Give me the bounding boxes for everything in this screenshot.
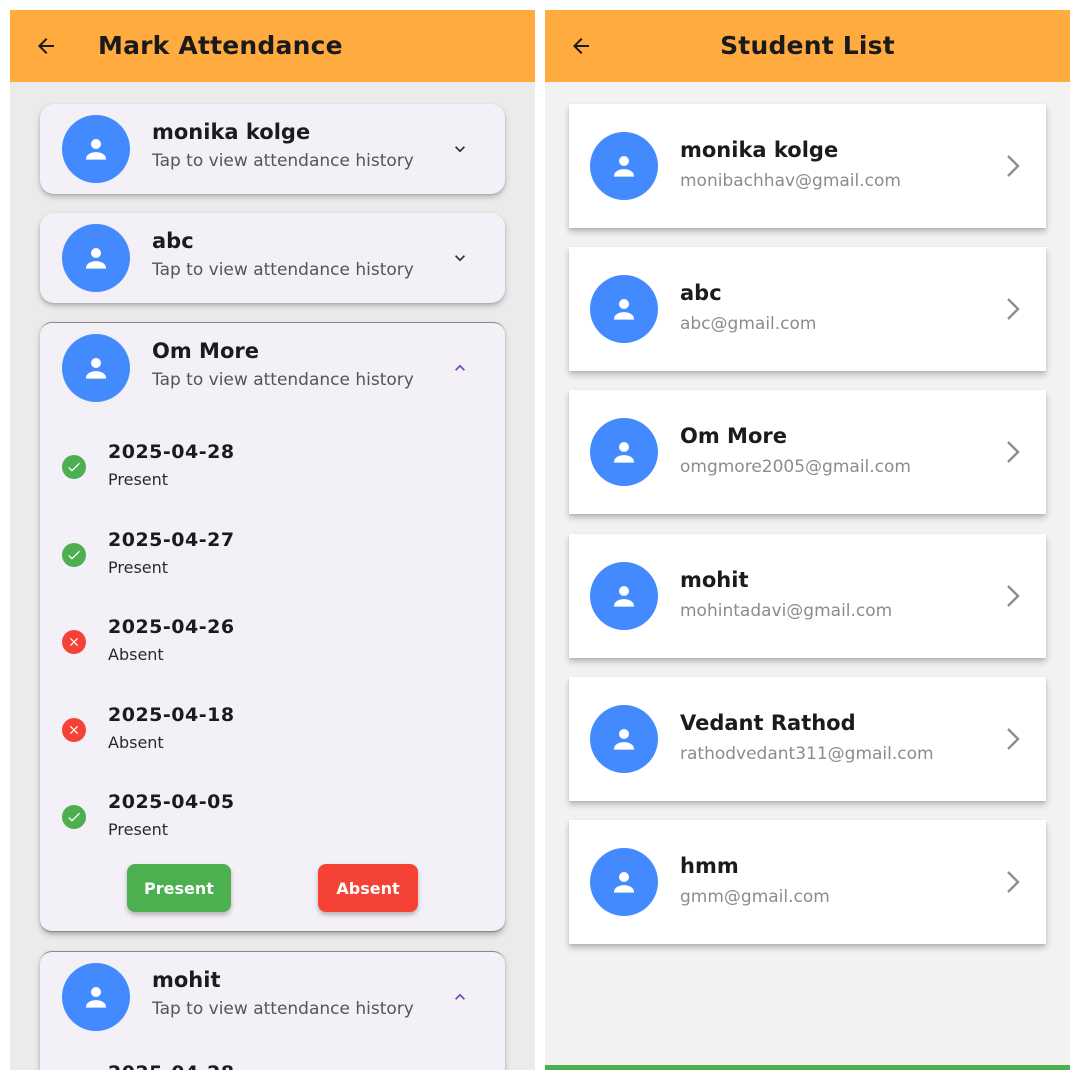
expansion-header[interactable]: abc Tap to view attendance history [40, 213, 505, 303]
student-name: abc [152, 229, 194, 253]
student-list-screen: Student List monika kolge monibachhav@gm… [545, 10, 1070, 1070]
app-bar: Mark Attendance [10, 10, 535, 82]
chevron-right-icon [1001, 582, 1025, 610]
history-hint: Tap to view attendance history [152, 370, 414, 390]
attendance-history-row: 2025-04-27 Present [40, 529, 505, 589]
student-list-item[interactable]: Vedant Rathod rathodvedant311@gmail.com [569, 677, 1046, 801]
person-icon [614, 299, 634, 320]
page-title: Mark Attendance [98, 31, 343, 60]
person-icon [86, 987, 106, 1008]
attendance-date: 2025-04-28 [108, 1062, 235, 1070]
chevron-right-icon [1001, 438, 1025, 466]
student-name: mohit [680, 568, 749, 592]
chevron-down-icon[interactable] [448, 137, 472, 161]
avatar [62, 334, 130, 402]
attendance-date: 2025-04-05 [108, 791, 235, 813]
student-email: mohintadavi@gmail.com [680, 601, 893, 621]
student-name: Om More [680, 424, 787, 448]
avatar [590, 562, 658, 630]
student-expansion-card: monika kolge Tap to view attendance hist… [40, 104, 505, 194]
attendance-status: Present [108, 820, 169, 839]
person-icon [614, 442, 634, 463]
person-icon [86, 248, 106, 269]
chevron-up-icon[interactable] [448, 356, 472, 380]
expansion-header[interactable]: Om More Tap to view attendance history [40, 323, 505, 413]
student-list-item[interactable]: Om More omgmore2005@gmail.com [569, 390, 1046, 514]
history-hint: Tap to view attendance history [152, 999, 414, 1019]
person-icon [86, 139, 106, 160]
student-expansion-card: abc Tap to view attendance history [40, 213, 505, 303]
student-name: mohit [152, 968, 221, 992]
avatar [590, 132, 658, 200]
student-list-item[interactable]: abc abc@gmail.com [569, 247, 1046, 371]
app-bar: Student List [545, 10, 1070, 82]
student-expansion-card: Om More Tap to view attendance history 2… [40, 322, 505, 932]
student-list-item[interactable]: mohit mohintadavi@gmail.com [569, 534, 1046, 658]
check-circle-icon [62, 805, 86, 829]
person-icon [614, 729, 634, 750]
attendance-date: 2025-04-26 [108, 616, 235, 638]
avatar [590, 418, 658, 486]
attendance-history-row: 2025-04-18 Absent [40, 704, 505, 764]
person-icon [86, 358, 106, 379]
chevron-up-icon[interactable] [448, 985, 472, 1009]
student-email: abc@gmail.com [680, 314, 817, 334]
avatar [62, 963, 130, 1031]
attendance-history-row: 2025-04-28 Present [40, 441, 505, 501]
attendance-history-row: 2025-04-26 Absent [40, 616, 505, 676]
student-name: abc [680, 281, 722, 305]
chevron-right-icon [1001, 868, 1025, 896]
avatar [62, 115, 130, 183]
mark-absent-button[interactable]: Absent [318, 864, 418, 912]
attendance-date: 2025-04-18 [108, 704, 235, 726]
avatar [590, 848, 658, 916]
arrow-left-icon [38, 38, 54, 54]
attendance-date: 2025-04-28 [108, 441, 235, 463]
attendance-status: Absent [108, 733, 164, 752]
avatar [590, 705, 658, 773]
chevron-right-icon [1001, 152, 1025, 180]
attendance-status: Present [108, 470, 169, 489]
attendance-status: Present [108, 558, 169, 577]
page-title: Student List [720, 31, 895, 60]
person-icon [614, 872, 634, 893]
student-email: rathodvedant311@gmail.com [680, 744, 934, 764]
student-name: monika kolge [680, 138, 839, 162]
avatar [62, 224, 130, 292]
student-name: Om More [152, 339, 259, 363]
cancel-circle-icon [62, 630, 86, 654]
history-hint: Tap to view attendance history [152, 260, 414, 280]
person-icon [614, 156, 634, 177]
student-email: monibachhav@gmail.com [680, 171, 901, 191]
chevron-right-icon [1001, 725, 1025, 753]
chevron-right-icon [1001, 295, 1025, 323]
attendance-history-row: 2025-04-28 [40, 1062, 505, 1070]
avatar [590, 275, 658, 343]
student-email: gmm@gmail.com [680, 887, 830, 907]
attendance-date: 2025-04-27 [108, 529, 235, 551]
back-button[interactable] [28, 28, 64, 64]
expansion-header[interactable]: monika kolge Tap to view attendance hist… [40, 104, 505, 194]
cancel-circle-icon [62, 718, 86, 742]
history-hint: Tap to view attendance history [152, 151, 414, 171]
mark-attendance-screen: Mark Attendance monika kolge Tap to view… [10, 10, 535, 1070]
attendance-history-row: 2025-04-05 Present [40, 791, 505, 851]
check-circle-icon [62, 455, 86, 479]
student-expansion-card: mohit Tap to view attendance history 202… [40, 951, 505, 1070]
student-list-item[interactable]: monika kolge monibachhav@gmail.com [569, 104, 1046, 228]
student-name: Vedant Rathod [680, 711, 856, 735]
attendance-status: Absent [108, 645, 164, 664]
expansion-header[interactable]: mohit Tap to view attendance history [40, 952, 505, 1042]
person-icon [614, 586, 634, 607]
student-list-item[interactable]: hmm gmm@gmail.com [569, 820, 1046, 944]
check-circle-icon [62, 543, 86, 567]
student-name: monika kolge [152, 120, 311, 144]
student-email: omgmore2005@gmail.com [680, 457, 911, 477]
bottom-accent-bar [545, 1065, 1070, 1070]
chevron-down-icon[interactable] [448, 246, 472, 270]
student-name: hmm [680, 854, 739, 878]
mark-present-button[interactable]: Present [127, 864, 231, 912]
